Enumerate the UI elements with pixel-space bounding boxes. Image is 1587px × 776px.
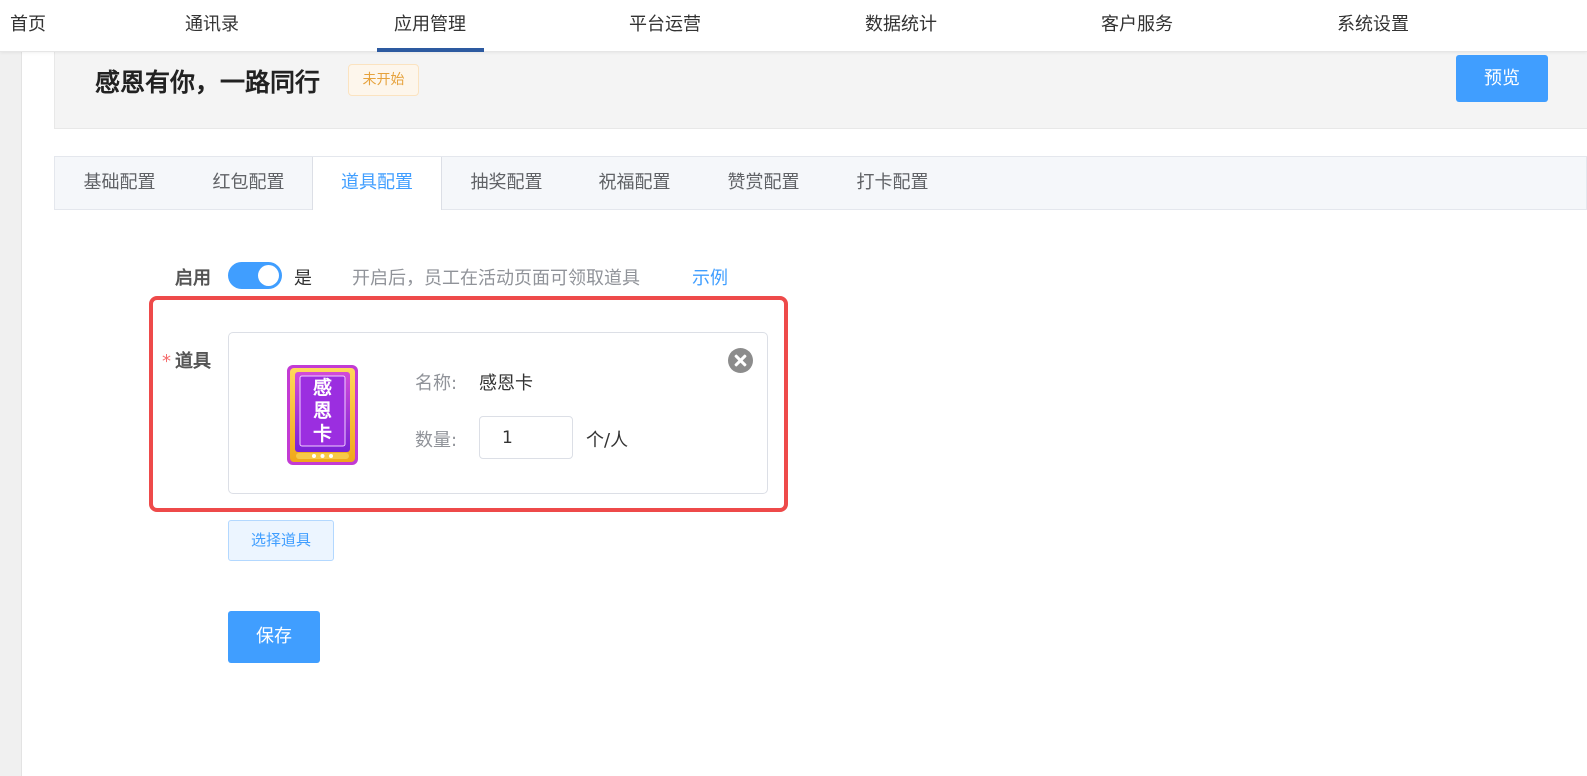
quantity-unit: 个/人 xyxy=(586,430,629,451)
toggle-knob xyxy=(258,265,279,286)
tab-checkin-config[interactable]: 打卡配置 xyxy=(828,157,957,209)
tab-red-packet-config[interactable]: 红包配置 xyxy=(184,157,313,209)
save-button[interactable]: 保存 xyxy=(228,611,320,663)
nav-item-app-management[interactable]: 应用管理 xyxy=(394,0,466,52)
top-navigation: 首页 通讯录 应用管理 平台运营 数据统计 客户服务 系统设置 xyxy=(0,0,1587,52)
nav-item-contacts[interactable]: 通讯录 xyxy=(185,0,239,52)
card-char-1: 感 xyxy=(313,376,332,399)
card-dot xyxy=(320,454,325,458)
example-link[interactable]: 示例 xyxy=(692,264,728,290)
tab-basic-config[interactable]: 基础配置 xyxy=(55,157,184,209)
nav-item-system-settings[interactable]: 系统设置 xyxy=(1337,0,1409,52)
nav-item-home[interactable]: 首页 xyxy=(10,0,46,52)
prop-name-value: 感恩卡 xyxy=(479,373,533,394)
tab-lottery-config[interactable]: 抽奖配置 xyxy=(442,157,571,209)
left-sidebar-edge xyxy=(0,52,22,776)
tab-blessing-config[interactable]: 祝福配置 xyxy=(570,157,699,209)
card-char-2: 恩 xyxy=(313,400,332,422)
nav-item-data-statistics[interactable]: 数据统计 xyxy=(865,0,937,52)
select-prop-button[interactable]: 选择道具 xyxy=(228,520,334,561)
preview-button[interactable]: 预览 xyxy=(1456,55,1548,102)
enable-hint: 开启后，员工在活动页面可领取道具 xyxy=(352,268,640,289)
enable-label: 启用 xyxy=(175,268,211,289)
quantity-input[interactable] xyxy=(479,416,573,459)
config-tabs: 基础配置 红包配置 道具配置 抽奖配置 祝福配置 赞赏配置 打卡配置 xyxy=(54,156,1587,210)
page-title: 感恩有你，一路同行 xyxy=(95,68,321,97)
nav-active-indicator xyxy=(377,48,484,52)
nav-item-platform-operations[interactable]: 平台运营 xyxy=(629,0,701,52)
enable-value: 是 xyxy=(294,268,312,289)
card-char-3: 卡 xyxy=(313,422,332,445)
tab-reward-config[interactable]: 赞赏配置 xyxy=(699,157,828,209)
status-badge: 未开始 xyxy=(348,64,419,96)
remove-prop-close-icon[interactable] xyxy=(728,348,753,373)
enable-toggle[interactable] xyxy=(228,262,282,289)
thanks-card-icon: 感 恩 卡 xyxy=(287,365,358,465)
card-dot xyxy=(312,454,316,458)
card-dot xyxy=(329,454,333,458)
tab-prop-config[interactable]: 道具配置 xyxy=(312,157,442,210)
prop-quantity-label: 数量: xyxy=(415,430,458,451)
prop-name-label: 名称: xyxy=(415,373,458,394)
nav-item-customer-service[interactable]: 客户服务 xyxy=(1101,0,1173,52)
